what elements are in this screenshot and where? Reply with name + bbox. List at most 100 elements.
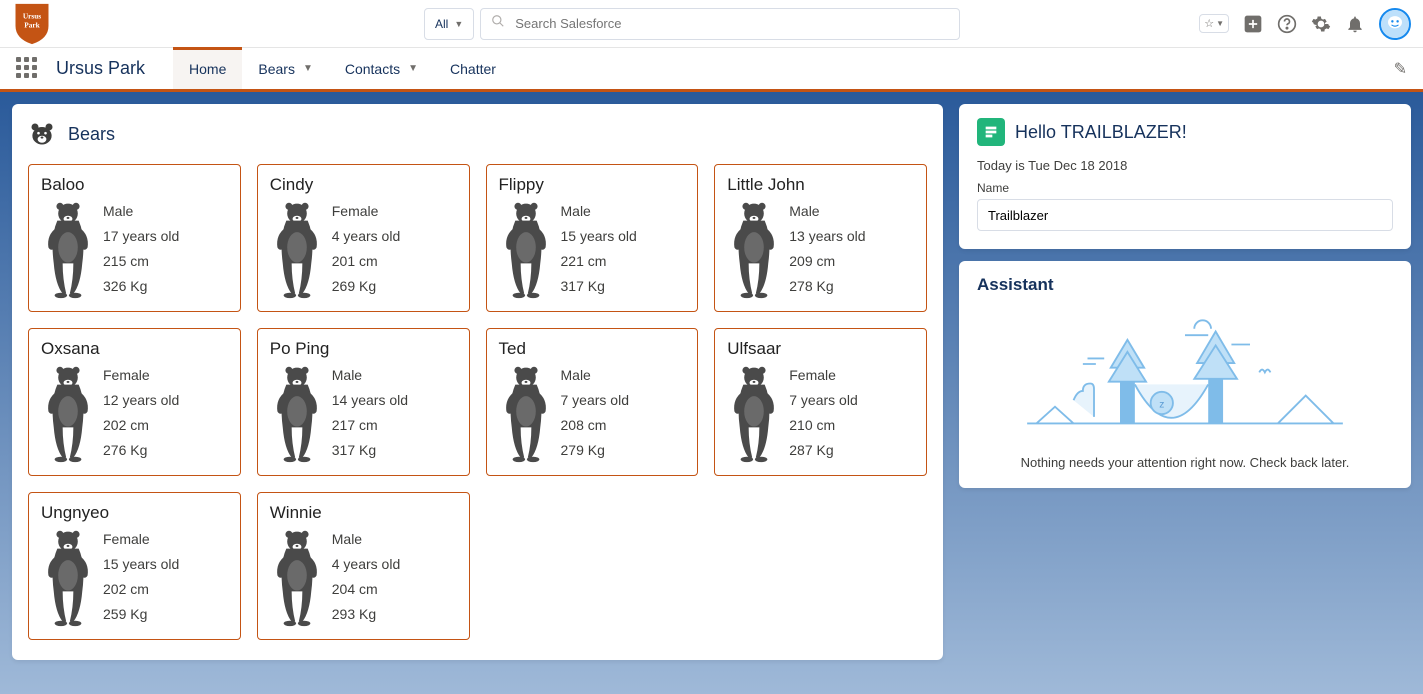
bear-age: 17 years old [103, 226, 179, 247]
bear-silhouette-icon [727, 365, 781, 463]
bear-silhouette-icon [41, 201, 95, 299]
bear-silhouette-icon [727, 201, 781, 299]
bear-name: Po Ping [270, 339, 457, 359]
bear-height: 202 cm [103, 579, 179, 600]
assistant-card: Assistant z [959, 261, 1411, 488]
hello-card: Hello TRAILBLAZER! Today is Tue Dec 18 2… [959, 104, 1411, 249]
bear-height: 221 cm [561, 251, 637, 272]
hello-title: Hello TRAILBLAZER! [1015, 122, 1187, 143]
assistant-empty-text: Nothing needs your attention right now. … [977, 455, 1393, 470]
bear-age: 13 years old [789, 226, 865, 247]
user-avatar[interactable] [1379, 8, 1411, 40]
bear-weight: 287 Kg [789, 440, 857, 461]
bear-weight: 317 Kg [332, 440, 408, 461]
name-input[interactable] [977, 199, 1393, 231]
nav-tab-label: Home [189, 61, 226, 77]
nav-tab-home[interactable]: Home [173, 48, 242, 89]
bear-sex: Male [332, 529, 400, 550]
bear-height: 209 cm [789, 251, 865, 272]
bear-sex: Female [103, 365, 179, 386]
bear-card[interactable]: Little John Male 13 years old 209 cm 278… [714, 164, 927, 312]
bear-stats: Male 7 years old 208 cm 279 Kg [561, 365, 629, 461]
bear-name: Baloo [41, 175, 228, 195]
bear-name: Cindy [270, 175, 457, 195]
bear-name: Ungnyeo [41, 503, 228, 523]
help-icon[interactable] [1277, 14, 1297, 34]
bear-height: 204 cm [332, 579, 400, 600]
nav-tab-chatter[interactable]: Chatter [434, 48, 512, 89]
bear-card[interactable]: Baloo Male 17 years old 215 cm 326 Kg [28, 164, 241, 312]
bear-sex: Male [561, 365, 629, 386]
app-navbar: Ursus Park Home Bears▼Contacts▼Chatter ✎ [0, 48, 1423, 92]
bear-card[interactable]: Winnie Male 4 years old 204 cm 293 Kg [257, 492, 470, 640]
search-input[interactable] [515, 16, 949, 31]
bear-age: 14 years old [332, 390, 408, 411]
bear-name: Flippy [499, 175, 686, 195]
bear-card[interactable]: Flippy Male 15 years old 221 cm 317 Kg [486, 164, 699, 312]
bear-stats: Male 13 years old 209 cm 278 Kg [789, 201, 865, 297]
bear-silhouette-icon [41, 365, 95, 463]
favorites-button[interactable]: ☆ ▼ [1199, 14, 1229, 33]
app-launcher-icon[interactable] [16, 57, 40, 81]
bear-name: Winnie [270, 503, 457, 523]
search-icon [491, 14, 505, 33]
bear-age: 15 years old [103, 554, 179, 575]
bear-name: Little John [727, 175, 914, 195]
bear-height: 215 cm [103, 251, 179, 272]
nav-tab-bears[interactable]: Bears▼ [242, 48, 328, 89]
bear-card[interactable]: Po Ping Male 14 years old 217 cm 317 Kg [257, 328, 470, 476]
bear-weight: 293 Kg [332, 604, 400, 625]
bear-age: 4 years old [332, 554, 400, 575]
chevron-down-icon[interactable]: ▼ [303, 63, 313, 74]
bear-silhouette-icon [499, 201, 553, 299]
bear-weight: 326 Kg [103, 276, 179, 297]
bear-weight: 279 Kg [561, 440, 629, 461]
park-logo: Ursus Park [12, 2, 52, 46]
global-header: Ursus Park All ▼ ☆ ▼ [0, 0, 1423, 48]
bear-stats: Female 7 years old 210 cm 287 Kg [789, 365, 857, 461]
bear-name: Ted [499, 339, 686, 359]
bear-card[interactable]: Ungnyeo Female 15 years old 202 cm 259 K… [28, 492, 241, 640]
bear-height: 217 cm [332, 415, 408, 436]
header-utility: ☆ ▼ [1199, 8, 1411, 40]
caret-down-icon: ▼ [454, 19, 463, 29]
search-box[interactable] [480, 8, 960, 40]
edit-nav-icon[interactable]: ✎ [1394, 59, 1407, 79]
notification-bell-icon[interactable] [1345, 14, 1365, 34]
add-button[interactable] [1243, 14, 1263, 34]
workspace: Bears Baloo Male 17 years old 215 cm 326… [0, 92, 1423, 694]
nav-tab-contacts[interactable]: Contacts▼ [329, 48, 434, 89]
bear-stats: Male 4 years old 204 cm 293 Kg [332, 529, 400, 625]
bear-stats: Male 17 years old 215 cm 326 Kg [103, 201, 179, 297]
bear-age: 7 years old [789, 390, 857, 411]
bear-sex: Female [103, 529, 179, 550]
search-scope-dropdown[interactable]: All ▼ [424, 8, 474, 40]
bear-card[interactable]: Cindy Female 4 years old 201 cm 269 Kg [257, 164, 470, 312]
bear-silhouette-icon [499, 365, 553, 463]
bear-weight: 276 Kg [103, 440, 179, 461]
bear-stats: Female 15 years old 202 cm 259 Kg [103, 529, 179, 625]
bear-silhouette-icon [41, 529, 95, 627]
caret-down-icon: ▼ [1216, 19, 1224, 28]
nav-tabs: Home Bears▼Contacts▼Chatter [173, 48, 512, 89]
svg-text:z: z [1159, 400, 1164, 411]
bear-sex: Male [332, 365, 408, 386]
bear-card[interactable]: Ulfsaar Female 7 years old 210 cm 287 Kg [714, 328, 927, 476]
app-name: Ursus Park [56, 58, 145, 79]
bears-grid: Baloo Male 17 years old 215 cm 326 Kg Ci… [28, 164, 927, 640]
bear-height: 201 cm [332, 251, 400, 272]
setup-gear-icon[interactable] [1311, 14, 1331, 34]
bear-weight: 317 Kg [561, 276, 637, 297]
chevron-down-icon[interactable]: ▼ [408, 63, 418, 74]
bear-silhouette-icon [270, 365, 324, 463]
bear-height: 202 cm [103, 415, 179, 436]
bear-sex: Female [789, 365, 857, 386]
name-field-label: Name [977, 181, 1393, 195]
bear-card[interactable]: Oxsana Female 12 years old 202 cm 276 Kg [28, 328, 241, 476]
bear-stats: Female 4 years old 201 cm 269 Kg [332, 201, 400, 297]
bear-weight: 278 Kg [789, 276, 865, 297]
bear-sex: Male [561, 201, 637, 222]
bear-card[interactable]: Ted Male 7 years old 208 cm 279 Kg [486, 328, 699, 476]
bear-stats: Male 14 years old 217 cm 317 Kg [332, 365, 408, 461]
global-search: All ▼ [424, 8, 960, 40]
